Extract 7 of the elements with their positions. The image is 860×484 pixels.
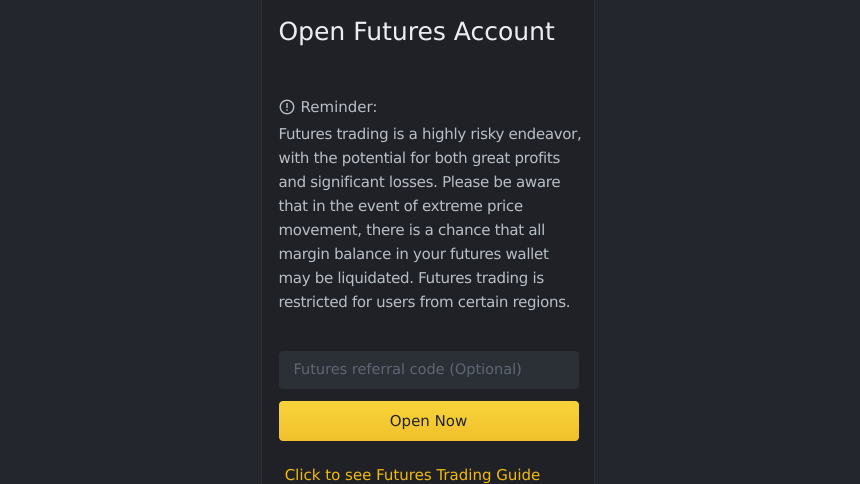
referral-code-field[interactable]: Futures referral code (Optional) (278, 351, 578, 390)
reminder-label: Reminder: (300, 97, 378, 118)
page-title: Open Futures Account (278, 16, 556, 48)
trading-guide-link[interactable]: Click to see Futures Trading Guide (284, 466, 540, 484)
reminder-text: Futures trading is a highly risky endeavor, with the potential for both great profits and significant losses. Please be aware that in the event of extreme price movement, there is a chance that all margin balance in your futures wallet may be liquidated. Futures trading is restricted for users from certain regions. (278, 124, 582, 313)
info-icon (278, 99, 294, 115)
open-now-button[interactable]: Open Now (278, 401, 578, 441)
